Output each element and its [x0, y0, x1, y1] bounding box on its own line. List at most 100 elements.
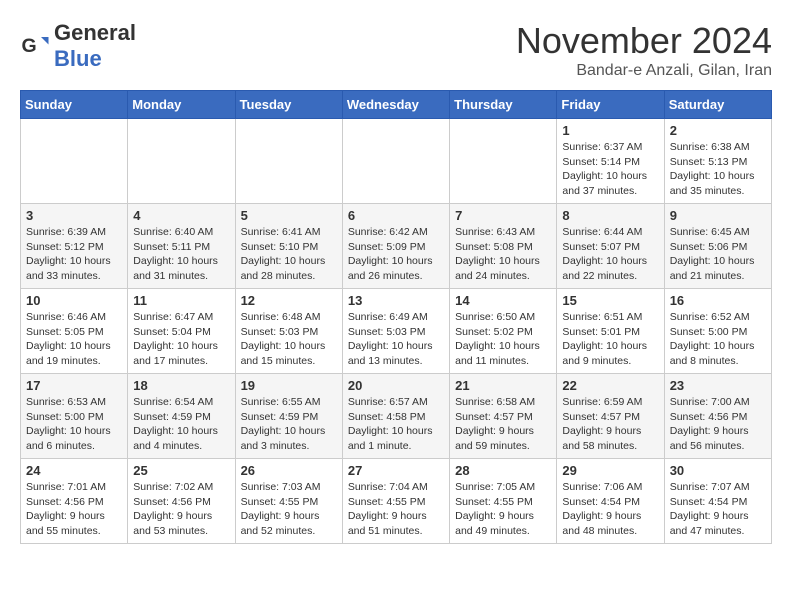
day-number: 7 [455, 208, 551, 223]
weekday-header-thursday: Thursday [450, 91, 557, 119]
day-info: Sunrise: 6:45 AM Sunset: 5:06 PM Dayligh… [670, 225, 766, 284]
weekday-header-tuesday: Tuesday [235, 91, 342, 119]
calendar-cell: 15 Sunrise: 6:51 AM Sunset: 5:01 PM Dayli… [557, 289, 664, 374]
calendar-cell: 7 Sunrise: 6:43 AM Sunset: 5:08 PM Daylig… [450, 204, 557, 289]
day-number: 9 [670, 208, 766, 223]
logo-blue-text: Blue [54, 46, 102, 71]
day-info: Sunrise: 7:03 AM Sunset: 4:55 PM Dayligh… [241, 480, 337, 539]
day-number: 26 [241, 463, 337, 478]
calendar-cell: 14 Sunrise: 6:50 AM Sunset: 5:02 PM Dayli… [450, 289, 557, 374]
day-info: Sunrise: 6:57 AM Sunset: 4:58 PM Dayligh… [348, 395, 444, 454]
day-number: 16 [670, 293, 766, 308]
day-number: 11 [133, 293, 229, 308]
day-info: Sunrise: 6:58 AM Sunset: 4:57 PM Dayligh… [455, 395, 551, 454]
day-number: 21 [455, 378, 551, 393]
calendar-cell: 21 Sunrise: 6:58 AM Sunset: 4:57 PM Dayli… [450, 374, 557, 459]
day-info: Sunrise: 6:46 AM Sunset: 5:05 PM Dayligh… [26, 310, 122, 369]
calendar-table: SundayMondayTuesdayWednesdayThursdayFrid… [20, 90, 772, 544]
calendar-cell: 6 Sunrise: 6:42 AM Sunset: 5:09 PM Daylig… [342, 204, 449, 289]
day-number: 13 [348, 293, 444, 308]
calendar-cell: 26 Sunrise: 7:03 AM Sunset: 4:55 PM Dayli… [235, 459, 342, 544]
calendar-cell: 5Sunrise: 6:41 AM Sunset: 5:10 PM Daylig… [235, 204, 342, 289]
calendar-cell [450, 119, 557, 204]
day-info: Sunrise: 6:52 AM Sunset: 5:00 PM Dayligh… [670, 310, 766, 369]
day-number: 18 [133, 378, 229, 393]
day-info: Sunrise: 7:04 AM Sunset: 4:55 PM Dayligh… [348, 480, 444, 539]
month-title: November 2024 [516, 20, 772, 62]
day-number: 3 [26, 208, 122, 223]
day-info: Sunrise: 6:47 AM Sunset: 5:04 PM Dayligh… [133, 310, 229, 369]
day-info: Sunrise: 6:43 AM Sunset: 5:08 PM Dayligh… [455, 225, 551, 284]
calendar-cell: 11 Sunrise: 6:47 AM Sunset: 5:04 PM Dayli… [128, 289, 235, 374]
calendar-cell: 18 Sunrise: 6:54 AM Sunset: 4:59 PM Dayli… [128, 374, 235, 459]
title-area: November 2024 Bandar-e Anzali, Gilan, Ir… [516, 20, 772, 80]
calendar-cell: 4Sunrise: 6:40 AM Sunset: 5:11 PM Daylig… [128, 204, 235, 289]
day-info: Sunrise: 6:59 AM Sunset: 4:57 PM Dayligh… [562, 395, 658, 454]
logo-icon: G [20, 31, 50, 61]
calendar-cell: 20 Sunrise: 6:57 AM Sunset: 4:58 PM Dayli… [342, 374, 449, 459]
day-info: Sunrise: 7:01 AM Sunset: 4:56 PM Dayligh… [26, 480, 122, 539]
day-info: Sunrise: 7:02 AM Sunset: 4:56 PM Dayligh… [133, 480, 229, 539]
calendar-cell: 27Sunrise: 7:04 AM Sunset: 4:55 PM Dayli… [342, 459, 449, 544]
day-info: Sunrise: 6:54 AM Sunset: 4:59 PM Dayligh… [133, 395, 229, 454]
day-number: 8 [562, 208, 658, 223]
day-info: Sunrise: 6:49 AM Sunset: 5:03 PM Dayligh… [348, 310, 444, 369]
calendar-cell: 16 Sunrise: 6:52 AM Sunset: 5:00 PM Dayli… [664, 289, 771, 374]
day-number: 29 [562, 463, 658, 478]
day-number: 23 [670, 378, 766, 393]
calendar-cell [128, 119, 235, 204]
day-info: Sunrise: 6:39 AM Sunset: 5:12 PM Dayligh… [26, 225, 122, 284]
day-number: 2 [670, 123, 766, 138]
day-info: Sunrise: 7:00 AM Sunset: 4:56 PM Dayligh… [670, 395, 766, 454]
calendar-cell: 3 Sunrise: 6:39 AM Sunset: 5:12 PM Daylig… [21, 204, 128, 289]
calendar-cell [235, 119, 342, 204]
week-row-2: 10Sunrise: 6:46 AM Sunset: 5:05 PM Dayli… [21, 289, 772, 374]
day-info: Sunrise: 6:37 AM Sunset: 5:14 PM Dayligh… [562, 140, 658, 199]
calendar-cell: 2Sunrise: 6:38 AM Sunset: 5:13 PM Daylig… [664, 119, 771, 204]
calendar-cell: 24 Sunrise: 7:01 AM Sunset: 4:56 PM Dayli… [21, 459, 128, 544]
day-number: 22 [562, 378, 658, 393]
calendar-cell: 30Sunrise: 7:07 AM Sunset: 4:54 PM Dayli… [664, 459, 771, 544]
day-info: Sunrise: 6:53 AM Sunset: 5:00 PM Dayligh… [26, 395, 122, 454]
day-number: 24 [26, 463, 122, 478]
week-row-0: 1 Sunrise: 6:37 AM Sunset: 5:14 PM Daylig… [21, 119, 772, 204]
day-number: 6 [348, 208, 444, 223]
calendar-cell [21, 119, 128, 204]
day-number: 25 [133, 463, 229, 478]
weekday-header-friday: Friday [557, 91, 664, 119]
calendar-cell: 28Sunrise: 7:05 AM Sunset: 4:55 PM Dayli… [450, 459, 557, 544]
day-info: Sunrise: 6:55 AM Sunset: 4:59 PM Dayligh… [241, 395, 337, 454]
calendar-cell [342, 119, 449, 204]
day-info: Sunrise: 7:06 AM Sunset: 4:54 PM Dayligh… [562, 480, 658, 539]
day-number: 20 [348, 378, 444, 393]
day-info: Sunrise: 6:42 AM Sunset: 5:09 PM Dayligh… [348, 225, 444, 284]
calendar-cell: 13 Sunrise: 6:49 AM Sunset: 5:03 PM Dayli… [342, 289, 449, 374]
day-number: 14 [455, 293, 551, 308]
calendar-cell: 29 Sunrise: 7:06 AM Sunset: 4:54 PM Dayli… [557, 459, 664, 544]
day-number: 12 [241, 293, 337, 308]
calendar-cell: 12Sunrise: 6:48 AM Sunset: 5:03 PM Dayli… [235, 289, 342, 374]
day-number: 15 [562, 293, 658, 308]
weekday-header-sunday: Sunday [21, 91, 128, 119]
day-number: 30 [670, 463, 766, 478]
day-number: 1 [562, 123, 658, 138]
calendar-cell: 22 Sunrise: 6:59 AM Sunset: 4:57 PM Dayli… [557, 374, 664, 459]
day-number: 5 [241, 208, 337, 223]
weekday-header-monday: Monday [128, 91, 235, 119]
calendar-cell: 23 Sunrise: 7:00 AM Sunset: 4:56 PM Dayli… [664, 374, 771, 459]
calendar-cell: 19Sunrise: 6:55 AM Sunset: 4:59 PM Dayli… [235, 374, 342, 459]
weekday-header-row: SundayMondayTuesdayWednesdayThursdayFrid… [21, 91, 772, 119]
day-info: Sunrise: 6:51 AM Sunset: 5:01 PM Dayligh… [562, 310, 658, 369]
svg-text:G: G [22, 35, 37, 57]
weekday-header-wednesday: Wednesday [342, 91, 449, 119]
calendar-cell: 8 Sunrise: 6:44 AM Sunset: 5:07 PM Daylig… [557, 204, 664, 289]
day-info: Sunrise: 6:50 AM Sunset: 5:02 PM Dayligh… [455, 310, 551, 369]
calendar-cell: 17Sunrise: 6:53 AM Sunset: 5:00 PM Dayli… [21, 374, 128, 459]
day-number: 28 [455, 463, 551, 478]
calendar-cell: 10Sunrise: 6:46 AM Sunset: 5:05 PM Dayli… [21, 289, 128, 374]
day-number: 4 [133, 208, 229, 223]
calendar-cell: 25 Sunrise: 7:02 AM Sunset: 4:56 PM Dayli… [128, 459, 235, 544]
logo-general-text: General [54, 20, 136, 45]
logo: G General Blue [20, 20, 136, 72]
day-info: Sunrise: 6:44 AM Sunset: 5:07 PM Dayligh… [562, 225, 658, 284]
